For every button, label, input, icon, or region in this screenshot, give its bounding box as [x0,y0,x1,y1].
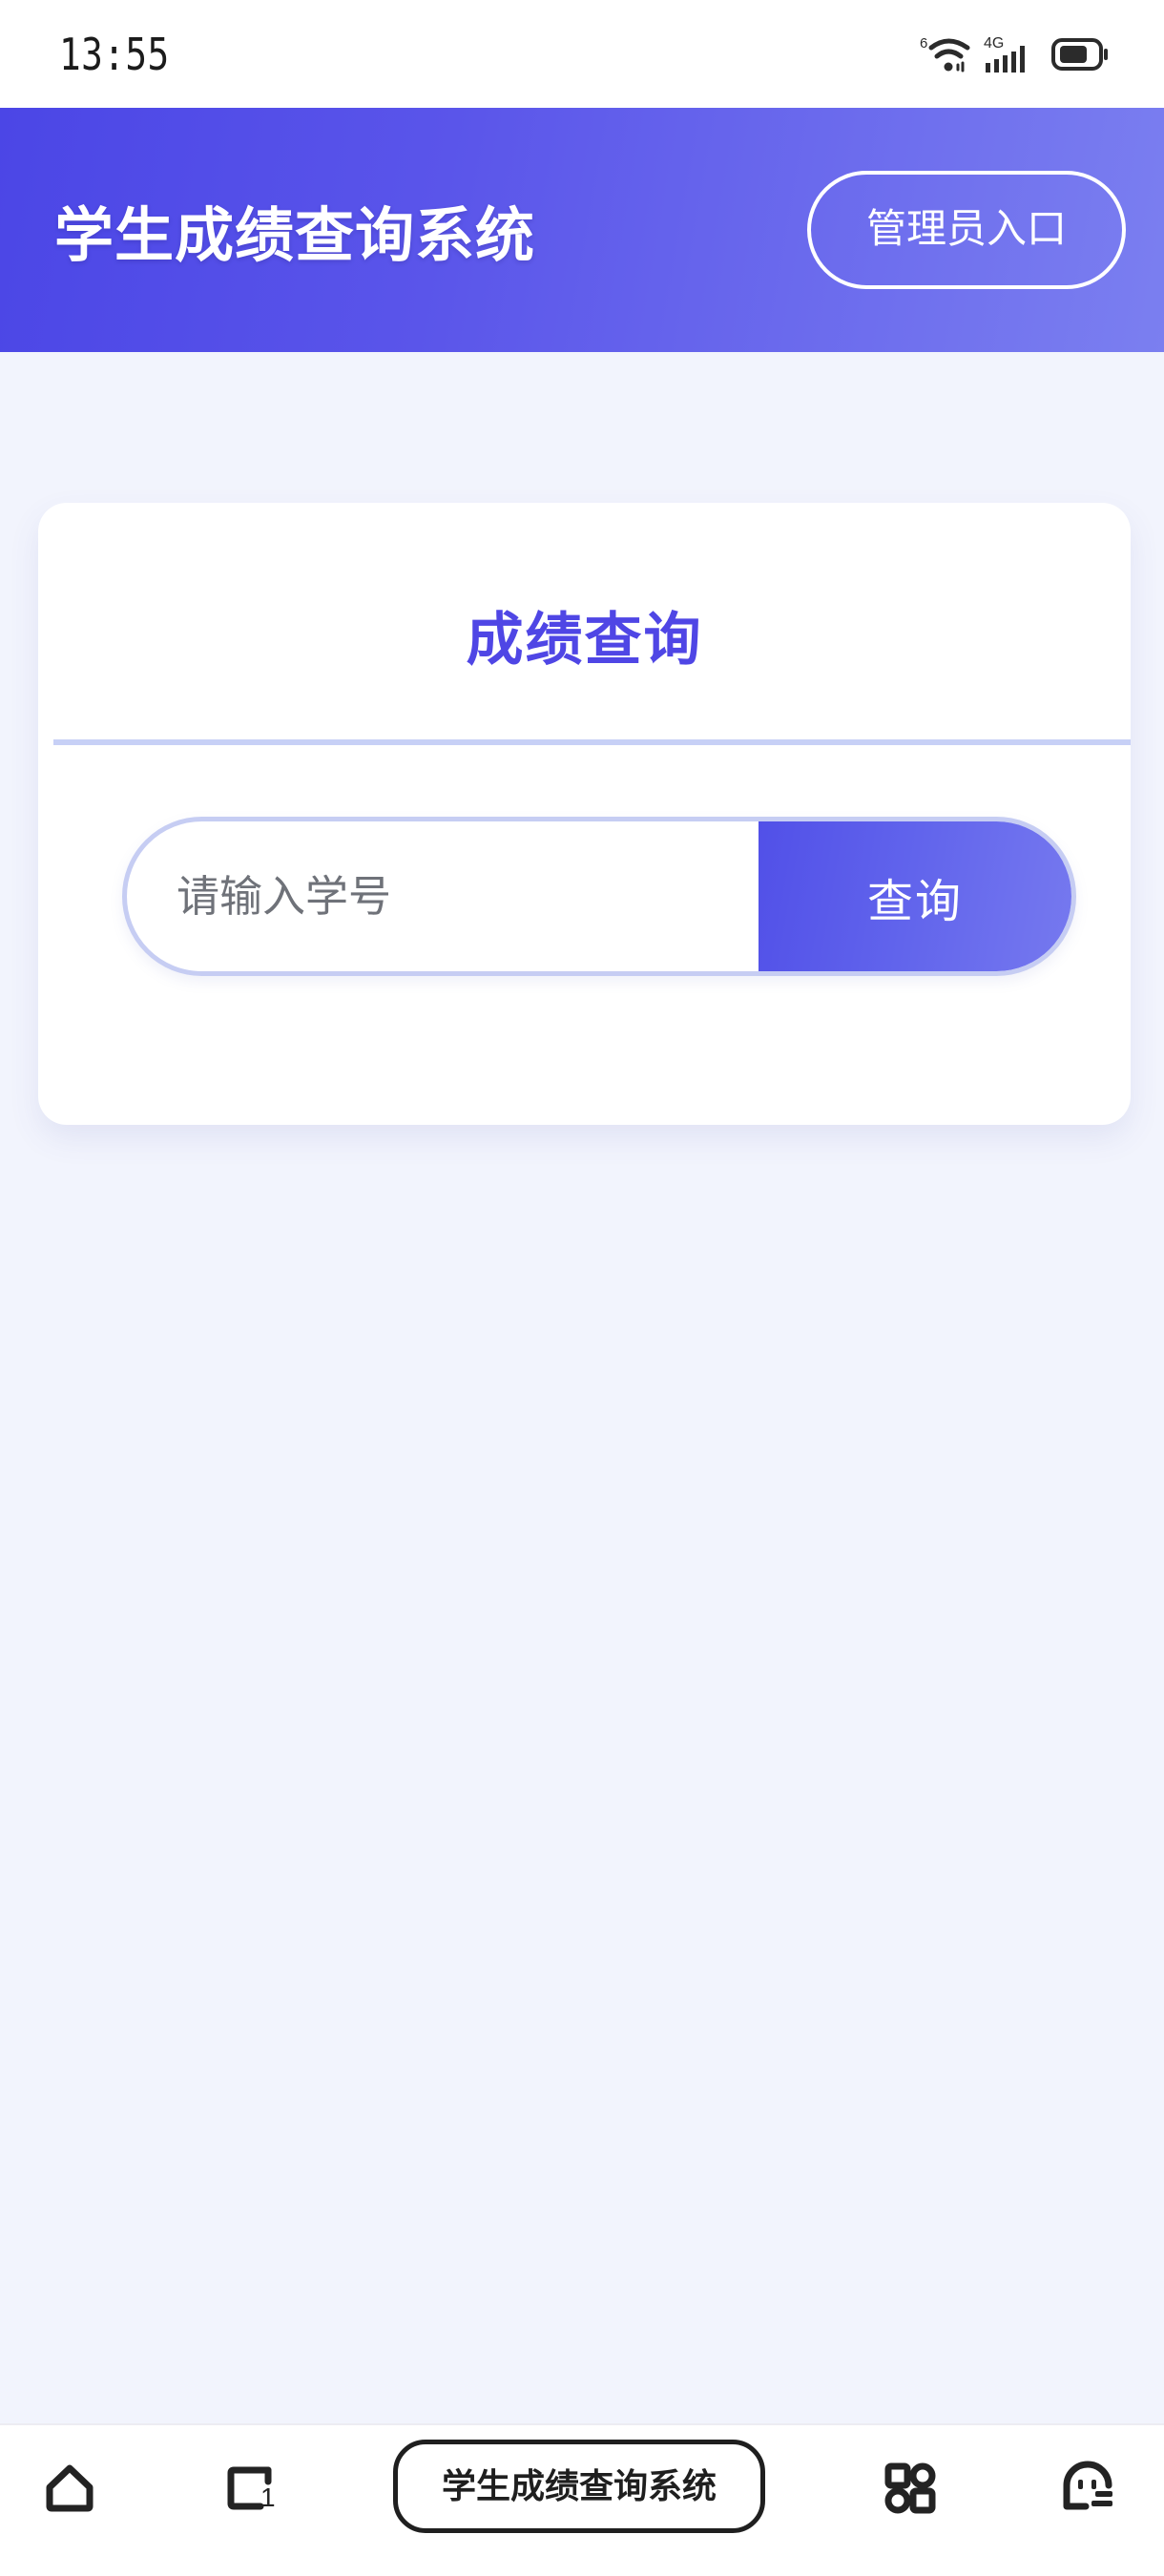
page-title: 学生成绩查询系统 [54,203,536,269]
svg-text:4G: 4G [984,35,1004,52]
status-time: 13:55 [59,28,170,80]
student-id-input[interactable] [127,821,759,971]
grade-query-card: 成绩查询 查询 [38,503,1131,1125]
phone-screen: 13:55 6 4G 学生成绩查询系统 管理员入口 成绩查询 请输入学号 查询 … [0,0,1164,2576]
tab-switcher-icon[interactable]: 1 [213,2449,287,2524]
status-indicators: 6 4G [920,32,1111,76]
bottom-nav-bar: 1 学生成绩查询系统 [0,2423,1164,2576]
apps-grid-icon[interactable] [871,2449,946,2524]
svg-text:6: 6 [920,35,927,52]
app-header: 学生成绩查询系统 管理员入口 [0,108,1164,352]
current-app-pill[interactable]: 学生成绩查询系统 [392,2440,765,2533]
search-field-group: 查询 [122,817,1076,976]
search-row: 查询 [122,817,1076,976]
card-title: 成绩查询 [466,608,703,672]
status-bar: 13:55 6 4G [0,0,1164,108]
signal-4g-icon: 4G [984,32,1039,76]
assistant-face-icon[interactable] [1051,2449,1126,2524]
home-icon[interactable] [32,2449,107,2524]
admin-entry-button[interactable]: 管理员入口 [806,171,1126,289]
card-divider [53,739,1131,745]
tab-count-label: 1 [260,2483,276,2512]
battery-icon [1051,35,1111,73]
wifi-6-icon: 6 [920,32,971,76]
query-button[interactable]: 查询 [759,821,1071,971]
